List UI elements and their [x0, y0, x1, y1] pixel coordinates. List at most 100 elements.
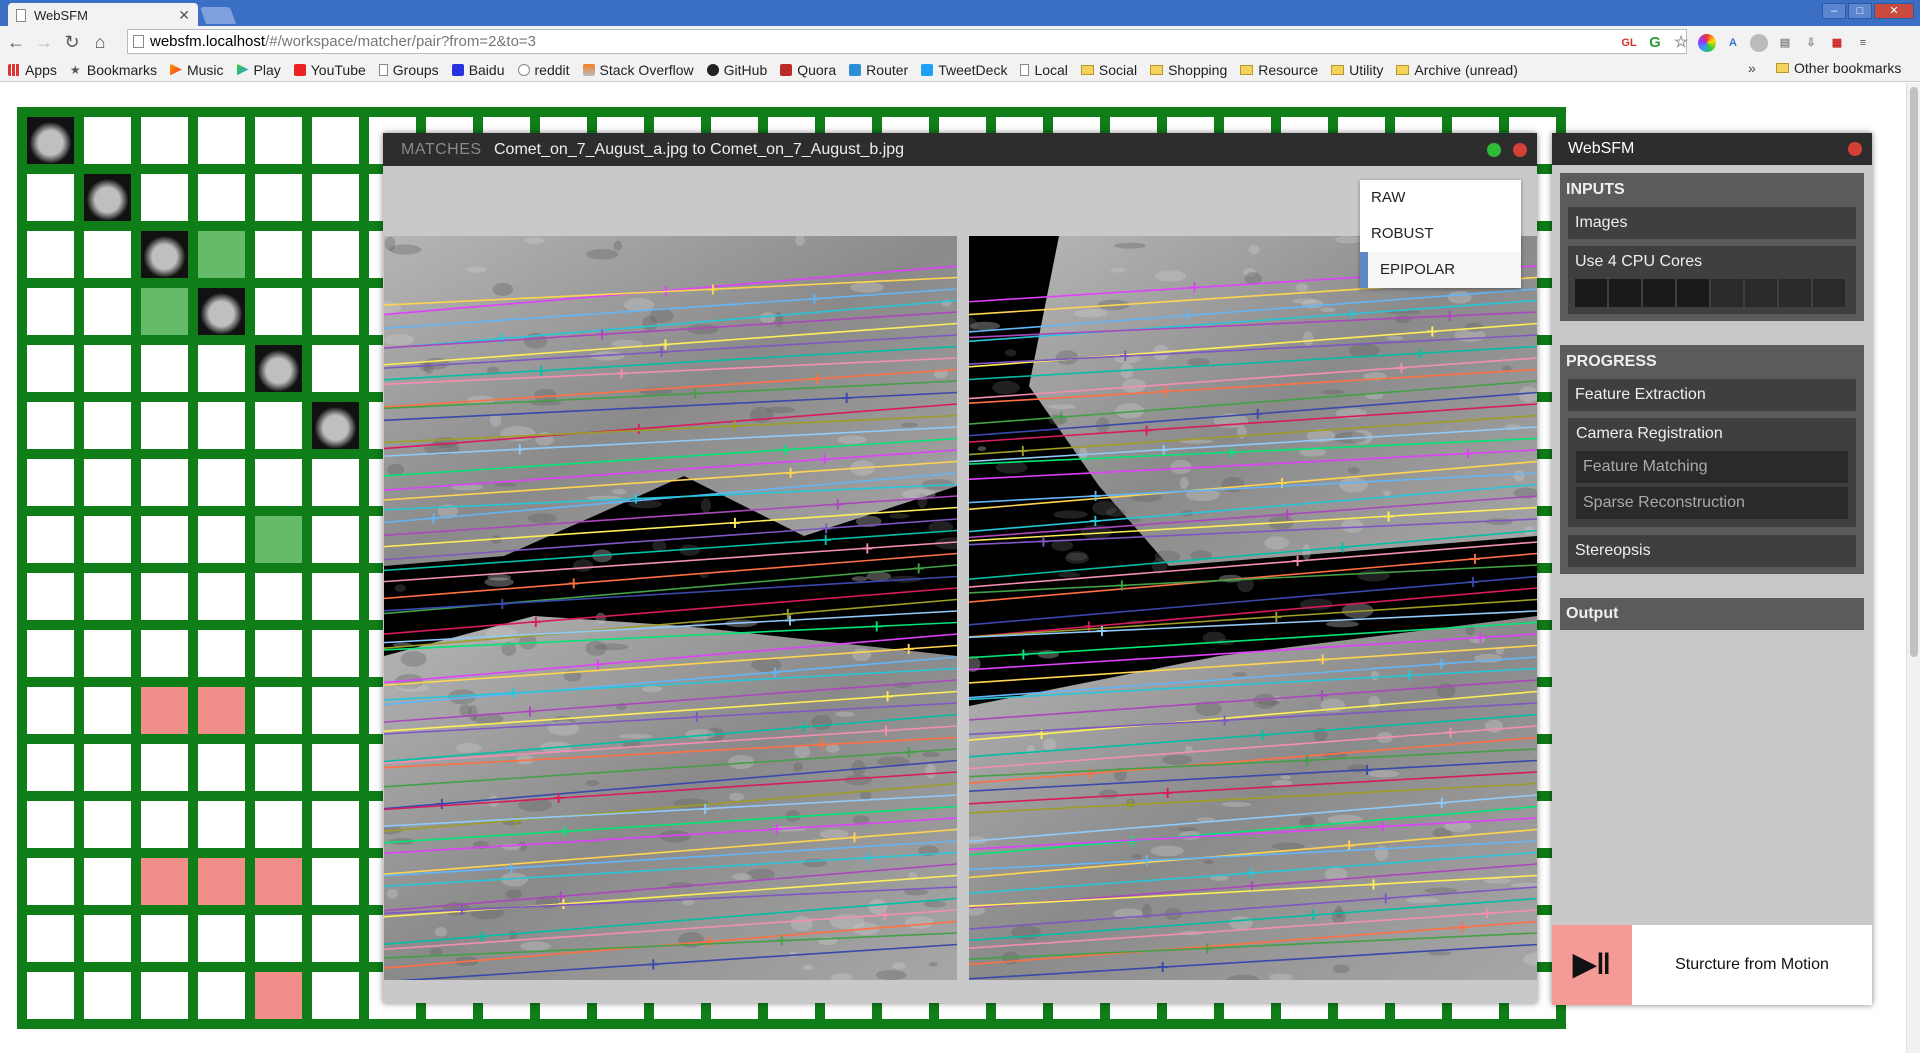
browser-menu-icon[interactable]: ≡	[1854, 34, 1872, 52]
stereopsis-item[interactable]: Stereopsis	[1568, 535, 1856, 567]
matrix-cell[interactable]	[27, 687, 74, 734]
matrix-cell[interactable]	[255, 801, 302, 848]
matrix-cell[interactable]	[84, 516, 131, 563]
matrix-cell[interactable]	[255, 915, 302, 962]
matrix-cell[interactable]	[141, 801, 188, 848]
reload-icon[interactable]: ↻	[60, 30, 84, 54]
matrix-cell[interactable]	[84, 117, 131, 164]
forward-icon[interactable]: →	[32, 30, 56, 54]
matrix-cell[interactable]	[255, 402, 302, 449]
matrix-cell[interactable]	[312, 345, 359, 392]
thumbnail-cell[interactable]	[84, 174, 131, 221]
bookmark-bookmarks[interactable]: ★ Bookmarks	[70, 62, 157, 78]
color-picker-icon[interactable]	[1698, 34, 1716, 52]
matrix-cell[interactable]	[84, 288, 131, 335]
matrix-cell[interactable]	[255, 459, 302, 506]
matrix-cell[interactable]	[198, 972, 245, 1019]
matrix-cell[interactable]	[198, 402, 245, 449]
matrix-cell[interactable]	[312, 972, 359, 1019]
camera-registration-item[interactable]: Camera Registration	[1576, 422, 1848, 447]
matrix-cell[interactable]	[141, 915, 188, 962]
bookmark-utility[interactable]: Utility	[1331, 62, 1383, 78]
cpu-core-slot[interactable]	[1643, 279, 1675, 307]
bookmark-play[interactable]: Play	[236, 62, 281, 78]
bookmark-reddit[interactable]: reddit	[517, 62, 570, 78]
matrix-cell[interactable]	[141, 687, 188, 734]
grammarly-icon[interactable]: G	[1646, 34, 1664, 52]
cpu-core-slot[interactable]	[1677, 279, 1709, 307]
matrix-cell[interactable]	[255, 117, 302, 164]
matrix-cell[interactable]	[84, 915, 131, 962]
matrix-cell[interactable]	[27, 630, 74, 677]
matrix-cell[interactable]	[312, 573, 359, 620]
matrix-cell[interactable]	[255, 972, 302, 1019]
matrix-cell[interactable]	[198, 345, 245, 392]
matrix-cell[interactable]	[141, 459, 188, 506]
bookmark-star-icon[interactable]: ☆	[1672, 34, 1690, 52]
matrix-cell[interactable]	[255, 288, 302, 335]
cpu-cores-selector[interactable]	[1575, 279, 1849, 307]
bookmark-quora[interactable]: Quora	[780, 62, 836, 78]
matrix-cell[interactable]	[312, 687, 359, 734]
matrix-cell[interactable]	[255, 174, 302, 221]
matrix-cell[interactable]	[141, 402, 188, 449]
other-bookmarks[interactable]: Other bookmarks	[1776, 60, 1901, 76]
bookmark-music[interactable]: Music	[169, 62, 224, 78]
tool-extension-icon[interactable]: ▤	[1776, 34, 1794, 52]
close-window-icon[interactable]: ✕	[1874, 3, 1914, 19]
matrix-cell[interactable]	[141, 117, 188, 164]
matrix-cell[interactable]	[141, 744, 188, 791]
matrix-cell[interactable]	[27, 174, 74, 221]
matrix-cell[interactable]	[198, 459, 245, 506]
panel-close-icon[interactable]	[1848, 142, 1862, 156]
matrix-cell[interactable]	[141, 288, 188, 335]
matrix-cell[interactable]	[312, 801, 359, 848]
thumbnail-cell[interactable]	[198, 288, 245, 335]
bookmark-resource[interactable]: Resource	[1240, 62, 1318, 78]
images-item[interactable]: Images	[1568, 207, 1856, 239]
matrix-cell[interactable]	[141, 858, 188, 905]
bookmark-archive[interactable]: Archive (unread)	[1396, 62, 1518, 78]
extension-circle-icon[interactable]	[1750, 34, 1768, 52]
matrix-cell[interactable]	[198, 516, 245, 563]
matrix-cell[interactable]	[27, 402, 74, 449]
cpu-core-slot[interactable]	[1711, 279, 1743, 307]
matrix-cell[interactable]	[84, 630, 131, 677]
cpu-core-slot[interactable]	[1745, 279, 1777, 307]
matrix-cell[interactable]	[84, 231, 131, 278]
bookmark-groups[interactable]: Groups	[378, 62, 439, 78]
matrix-cell[interactable]	[312, 459, 359, 506]
mode-robust[interactable]: ROBUST	[1360, 216, 1521, 252]
new-tab-button[interactable]	[199, 7, 237, 24]
matrix-cell[interactable]	[312, 117, 359, 164]
matrix-cell[interactable]	[27, 801, 74, 848]
matrix-cell[interactable]	[141, 630, 188, 677]
back-icon[interactable]: ←	[4, 30, 28, 54]
output-group[interactable]: Output	[1560, 598, 1864, 630]
matrix-cell[interactable]	[27, 231, 74, 278]
cpu-core-slot[interactable]	[1609, 279, 1641, 307]
matrix-cell[interactable]	[255, 573, 302, 620]
matrix-cell[interactable]	[27, 573, 74, 620]
thumbnail-cell[interactable]	[141, 231, 188, 278]
thumbnail-cell[interactable]	[27, 117, 74, 164]
matrix-cell[interactable]	[255, 630, 302, 677]
matrix-cell[interactable]	[141, 516, 188, 563]
feature-extraction-item[interactable]: Feature Extraction	[1568, 379, 1856, 411]
thumbnail-cell[interactable]	[255, 345, 302, 392]
cpu-cores-item[interactable]: Use 4 CPU Cores	[1568, 246, 1856, 314]
minimize-icon[interactable]: –	[1822, 3, 1846, 19]
matrix-cell[interactable]	[255, 687, 302, 734]
page-scrollbar[interactable]	[1906, 83, 1920, 1053]
matrix-cell[interactable]	[141, 573, 188, 620]
matrix-cell[interactable]	[84, 345, 131, 392]
bookmark-router[interactable]: Router	[849, 62, 908, 78]
address-bar[interactable]: websfm.localhost/#/workspace/matcher/pai…	[127, 29, 1687, 54]
matrix-cell[interactable]	[27, 972, 74, 1019]
matrix-cell[interactable]	[198, 915, 245, 962]
matrix-cell[interactable]	[255, 516, 302, 563]
bookmark-apps[interactable]: Apps	[8, 62, 57, 78]
matrix-cell[interactable]	[27, 345, 74, 392]
matrix-cell[interactable]	[198, 687, 245, 734]
matrix-cell[interactable]	[255, 744, 302, 791]
